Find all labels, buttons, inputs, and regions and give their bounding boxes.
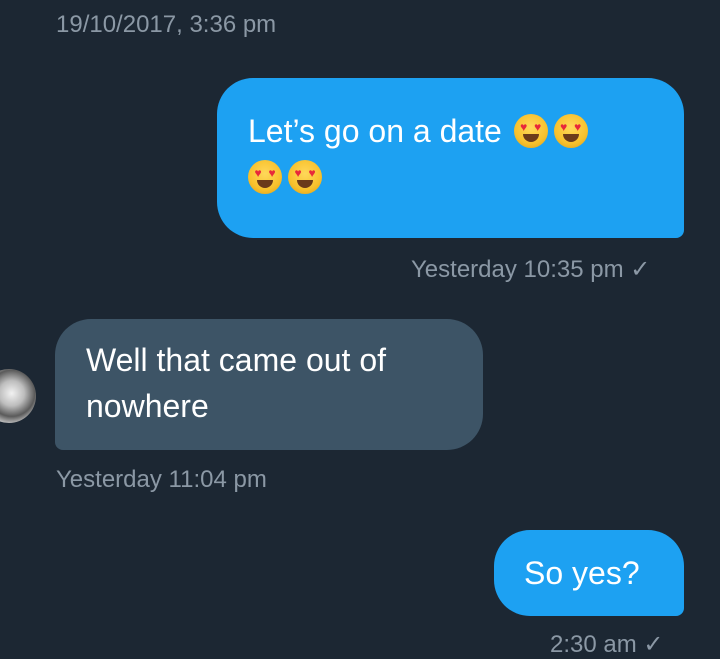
heart-eyes-emoji-icon: ♥ ♥ — [553, 113, 588, 148]
message-timestamp: Yesterday 11:04 pm — [56, 466, 267, 493]
message-emoji-line: ♥ ♥ ♥ ♥ — [245, 154, 664, 200]
message-text: Let’s go on a date — [248, 113, 502, 149]
message-timestamp: Yesterday 10:35 pm ✓ — [411, 255, 650, 284]
message-timestamp: 2:30 am ✓ — [550, 630, 664, 659]
heart-eyes-emoji-icon: ♥ ♥ — [248, 159, 282, 194]
message-bubble-outgoing[interactable]: So yes? — [494, 530, 684, 616]
heart-eyes-emoji-icon: ♥ ♥ — [513, 113, 548, 148]
sent-check-icon: ✓ — [643, 631, 664, 658]
message-text: So yes? — [524, 555, 640, 591]
message-text-line: nowhere — [86, 388, 209, 424]
message-time: 2:30 am — [550, 631, 637, 658]
sent-check-icon: ✓ — [630, 256, 651, 283]
message-text-line: Well that came out of — [86, 342, 386, 378]
message-bubble-outgoing[interactable]: Let’s go on a date ♥ ♥ ♥ ♥ ♥ ♥ ♥ ♥ — [217, 78, 684, 238]
message-text-line: Let’s go on a date ♥ ♥ ♥ ♥ — [248, 108, 664, 154]
message-bubble-incoming[interactable]: Well that came out of nowhere — [55, 319, 483, 450]
conversation-date-timestamp: 19/10/2017, 3:36 pm — [56, 11, 277, 38]
avatar[interactable] — [0, 369, 36, 423]
message-time: Yesterday 10:35 pm — [411, 256, 624, 283]
heart-eyes-emoji-icon: ♥ ♥ — [288, 159, 322, 194]
